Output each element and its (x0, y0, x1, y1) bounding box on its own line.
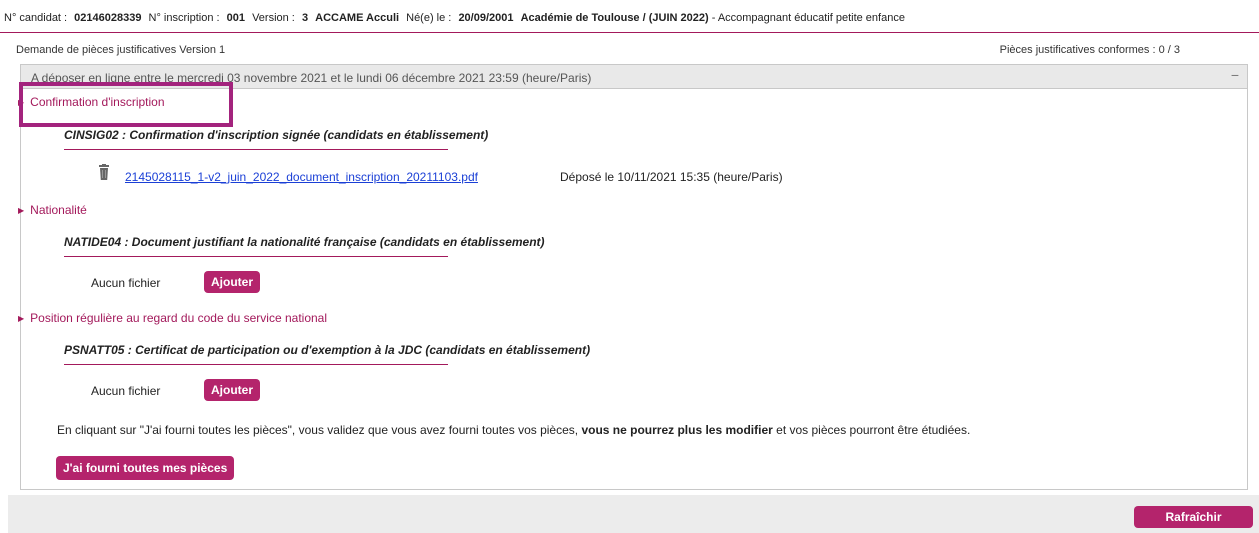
no-file-label: Aucun fichier (91, 276, 161, 290)
highlight-box (19, 82, 233, 127)
doc-title-natide04: NATIDE04 : Document justifiant la nation… (64, 235, 545, 249)
divider (64, 256, 448, 257)
notice-bold: vous ne pourrez plus les modifier (581, 423, 773, 437)
notice-part2: et vos pièces pourront être étudiées. (776, 423, 971, 437)
no-file-label: Aucun fichier (91, 384, 161, 398)
version-label: Version : (252, 12, 295, 24)
notice-part1: En cliquant sur "J'ai fourni toutes les … (57, 423, 579, 437)
inscription-label: N° inscription : (148, 12, 220, 24)
candidat-number: 02146028339 (74, 12, 142, 24)
divider (64, 364, 448, 365)
refresh-button[interactable]: Rafraîchir (1134, 506, 1253, 528)
inscription-number: 001 (226, 12, 245, 24)
request-subheader: Demande de pièces justificatives Version… (16, 44, 1234, 56)
academy: Académie de Toulouse / (JUIN 2022) (520, 12, 709, 24)
candidat-label: N° candidat : (4, 12, 68, 24)
add-file-button-service-national[interactable]: Ajouter (204, 379, 260, 401)
trash-icon[interactable] (99, 164, 109, 180)
deposit-date: Déposé le 10/11/2021 15:35 (heure/Paris) (560, 170, 783, 184)
section-title: Position régulière au regard du code du … (30, 311, 328, 325)
confirm-all-documents-button[interactable]: J'ai fourni toutes mes pièces (56, 456, 235, 480)
birth-date: 20/09/2001 (458, 12, 514, 24)
candidate-header: N° candidat : 02146028339 N° inscription… (0, 0, 1259, 33)
section-nationalite[interactable]: ▶ Nationalité (18, 203, 87, 217)
diploma: - Accompagnant éducatif petite enfance (711, 12, 905, 24)
doc-title-psnatt05: PSNATT05 : Certificat de participation o… (64, 343, 591, 357)
uploaded-file-link[interactable]: 2145028115_1-v2_juin_2022_document_inscr… (125, 170, 478, 184)
collapse-icon[interactable]: − (1231, 67, 1239, 83)
doc-title-cinsig02: CINSIG02 : Confirmation d'inscription si… (64, 128, 489, 142)
conformity-count: Pièces justificatives conformes : 0 / 3 (999, 44, 1180, 56)
add-file-button-nationalite[interactable]: Ajouter (204, 271, 260, 293)
request-title: Demande de pièces justificatives Version… (16, 44, 226, 56)
confirmation-notice: En cliquant sur "J'ai fourni toutes les … (57, 424, 1057, 436)
expand-triangle-icon: ▶ (18, 206, 25, 216)
footer-bar (8, 495, 1259, 533)
divider (64, 149, 448, 150)
version-number: 3 (301, 12, 309, 24)
section-title: Nationalité (30, 203, 87, 217)
expand-triangle-icon: ▶ (18, 314, 25, 324)
candidate-name: ACCAME Acculi (315, 12, 400, 24)
section-service-national[interactable]: ▶ Position régulière au regard du code du… (18, 311, 327, 325)
birth-label: Né(e) le : (406, 12, 452, 24)
